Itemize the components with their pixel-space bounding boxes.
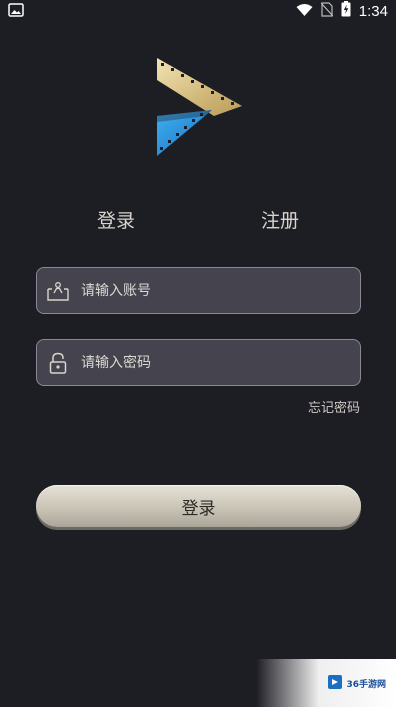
- account-field[interactable]: [36, 267, 361, 314]
- login-button[interactable]: 登录: [36, 485, 361, 527]
- forgot-password-link[interactable]: 忘记密码: [308, 397, 360, 416]
- app-logo: [154, 56, 244, 160]
- wifi-icon: [296, 2, 313, 21]
- password-input[interactable]: [81, 347, 331, 378]
- password-field[interactable]: [36, 339, 361, 386]
- auth-tabs: 登录 注册: [0, 206, 396, 236]
- lock-icon: [47, 352, 69, 374]
- tab-register[interactable]: 注册: [261, 206, 299, 233]
- watermark-logo-icon: [328, 674, 343, 693]
- watermark-text: 36手游网: [346, 679, 386, 690]
- no-sim-icon: [320, 1, 334, 21]
- status-time: 1:34: [358, 2, 388, 20]
- tab-login[interactable]: 登录: [97, 206, 135, 233]
- account-icon: [47, 280, 69, 302]
- image-icon: [8, 2, 24, 21]
- account-input[interactable]: [81, 275, 331, 306]
- status-bar: 1:34: [0, 0, 396, 22]
- battery-charging-icon: [341, 1, 351, 21]
- watermark: 36手游网: [256, 659, 396, 707]
